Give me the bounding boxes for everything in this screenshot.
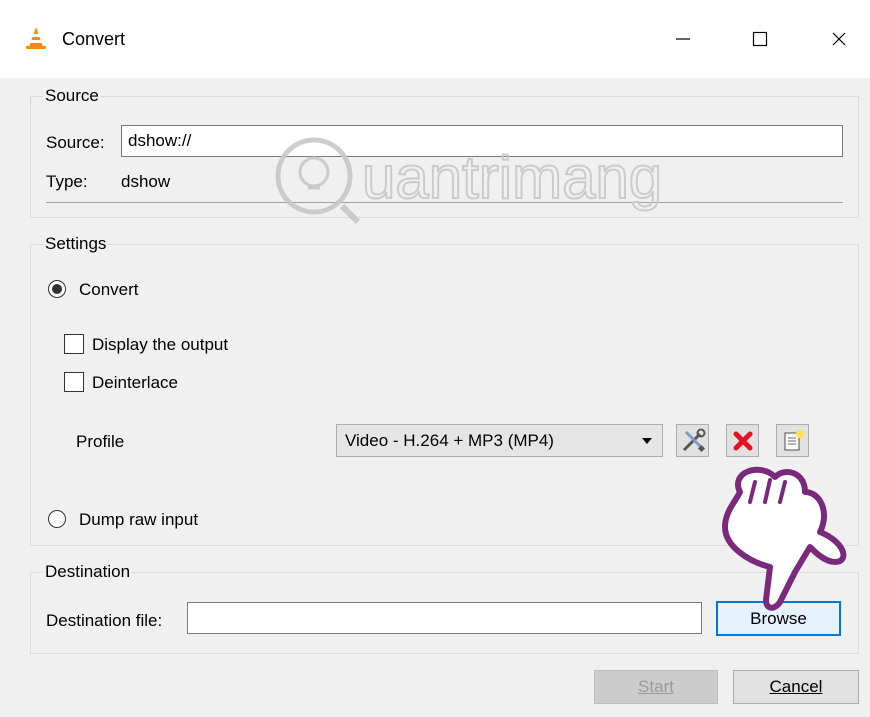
source-label: Source:: [46, 133, 105, 152]
destination-group-title: Destination: [43, 562, 133, 582]
cancel-button[interactable]: Cancel: [733, 670, 859, 704]
source-group-title: Source: [43, 86, 101, 106]
cancel-button-label: Cancel: [769, 677, 823, 696]
pointing-hand-icon: [722, 466, 847, 611]
maximize-button[interactable]: [737, 18, 783, 60]
maximize-icon: [752, 31, 768, 47]
profile-label: Profile: [76, 432, 125, 451]
convert-label: Convert: [79, 280, 139, 299]
profile-select[interactable]: Video - H.264 + MP3 (MP4): [336, 424, 663, 457]
display-output-label: Display the output: [92, 335, 229, 354]
minimize-button[interactable]: [660, 18, 706, 60]
watermark-text: uantrimang: [362, 144, 662, 211]
window-title: Convert: [62, 29, 126, 49]
destination-file-label: Destination file:: [46, 611, 163, 630]
destination-file-input[interactable]: [187, 602, 702, 634]
start-button-label: Start: [638, 677, 674, 696]
radio-selected-dot: [52, 284, 62, 294]
display-output-checkbox[interactable]: [64, 334, 84, 354]
minimize-icon: [676, 38, 690, 40]
dump-raw-radio[interactable]: [48, 510, 66, 528]
close-button[interactable]: [816, 18, 862, 60]
convert-radio[interactable]: [48, 280, 66, 298]
new-document-icon: [783, 429, 804, 451]
wrench-screwdriver-icon: [682, 428, 705, 452]
title-bar: Convert: [0, 0, 870, 78]
close-icon: [832, 32, 846, 46]
settings-group-title: Settings: [43, 234, 109, 254]
watermark-logo: uantrimang: [275, 137, 663, 225]
dump-raw-label: Dump raw input: [79, 510, 199, 529]
deinterlace-checkbox[interactable]: [64, 372, 84, 392]
deinterlace-label: Deinterlace: [92, 373, 178, 392]
type-label: Type:: [46, 172, 88, 191]
type-value: dshow: [121, 172, 171, 191]
vlc-cone-icon: [26, 27, 46, 49]
dropdown-arrow-icon: [642, 438, 652, 444]
profile-selected-value: Video - H.264 + MP3 (MP4): [345, 431, 554, 450]
start-button[interactable]: Start: [594, 670, 718, 704]
delete-x-icon: [733, 431, 752, 450]
